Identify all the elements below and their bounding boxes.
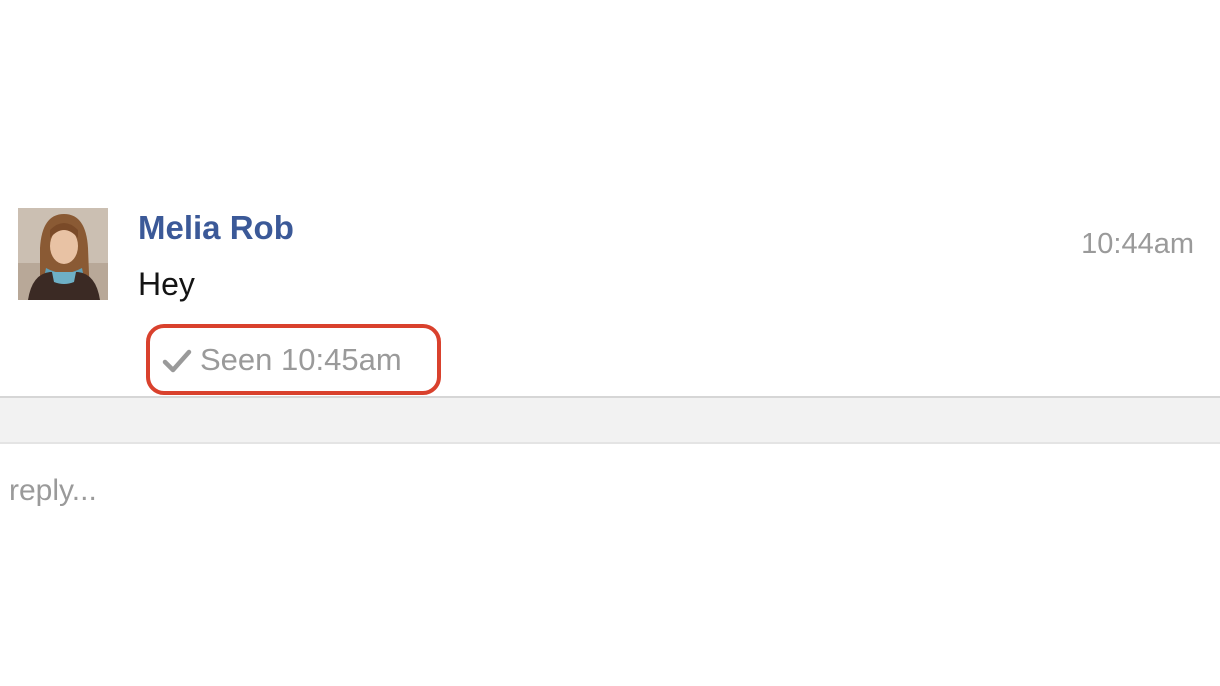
seen-receipt: Seen 10:45am xyxy=(146,324,441,395)
user-photo-icon xyxy=(18,208,108,300)
message-thread: Melia Rob Hey 10:44am Seen 10:45am xyxy=(0,0,1220,396)
chat-window: Melia Rob Hey 10:44am Seen 10:45am xyxy=(0,0,1220,686)
sender-name[interactable]: Melia Rob xyxy=(138,208,294,248)
message-text: Hey xyxy=(138,266,195,302)
reply-input[interactable] xyxy=(0,446,1220,686)
composer-divider xyxy=(0,396,1220,444)
message-timestamp: 10:44am xyxy=(1081,228,1194,260)
avatar[interactable] xyxy=(18,208,108,300)
seen-receipt-text: Seen 10:45am xyxy=(200,342,402,377)
check-icon xyxy=(162,349,192,373)
